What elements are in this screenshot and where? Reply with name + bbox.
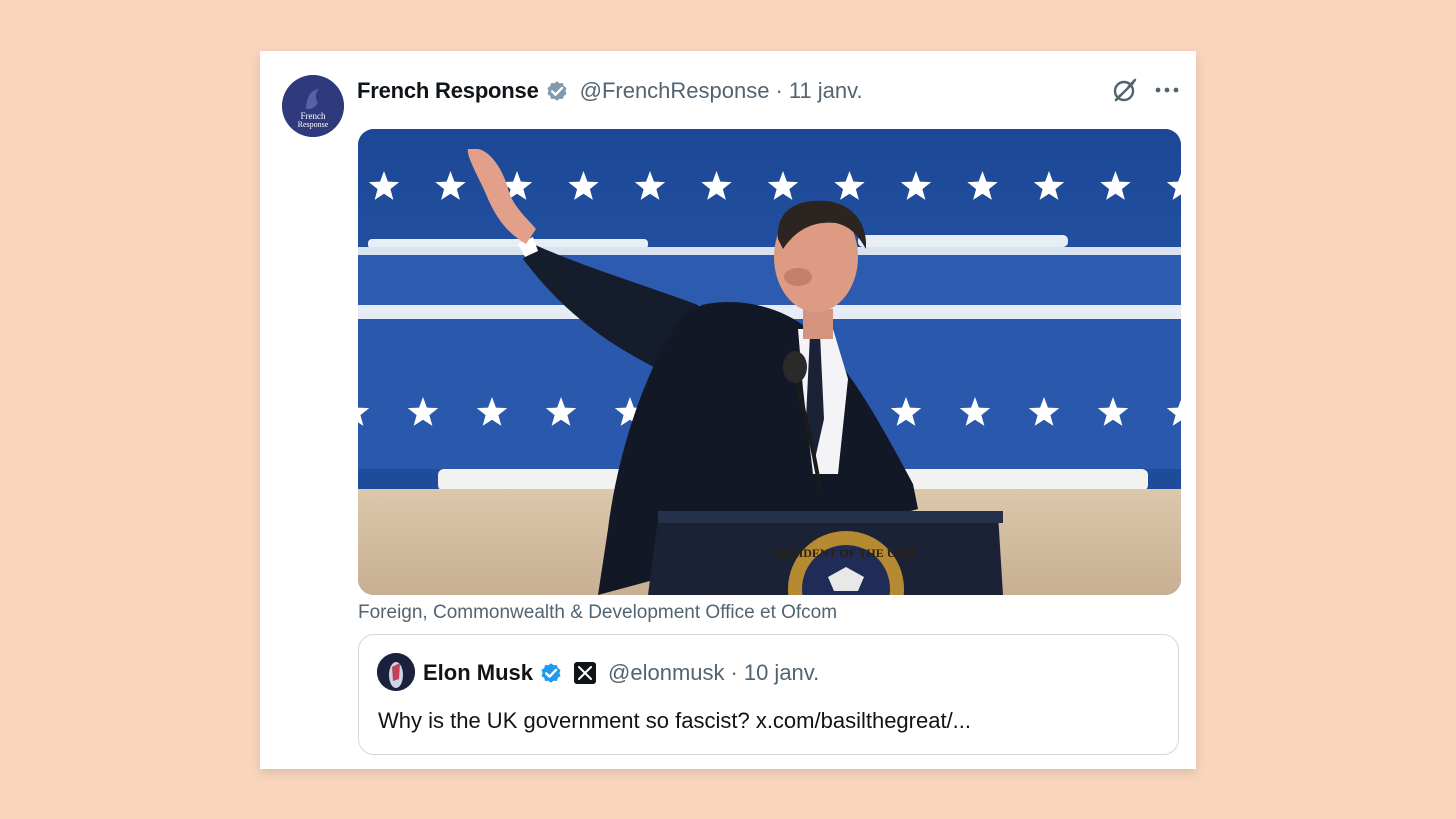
quoted-author-avatar[interactable] — [377, 653, 415, 691]
verified-badge-icon — [538, 660, 564, 686]
quoted-post-date[interactable]: 10 janv. — [744, 660, 819, 686]
avatar-text-line2: Response — [298, 120, 329, 129]
tweet-header: French Response @FrenchResponse · 11 jan… — [357, 77, 863, 105]
x-logo-icon — [574, 662, 597, 684]
separator-dot: · — [775, 78, 783, 103]
author-name[interactable]: French Response — [357, 78, 539, 104]
presidential-seal-text: RESIDENT OF THE UNIT — [775, 546, 917, 560]
more-icon — [1155, 87, 1179, 93]
quoted-tweet[interactable]: Elon Musk @elonmusk · 10 janv. Why is th… — [358, 634, 1179, 755]
post-date[interactable]: 11 janv. — [789, 78, 863, 104]
quoted-author-name[interactable]: Elon Musk — [423, 660, 533, 686]
verified-badge-icon — [544, 78, 570, 104]
grok-icon — [1113, 78, 1137, 102]
quoted-author-handle[interactable]: @elonmusk — [608, 660, 725, 686]
grok-button[interactable] — [1110, 75, 1140, 105]
media-caption: Foreign, Commonwealth & Development Offi… — [358, 602, 838, 623]
quoted-tweet-header: Elon Musk @elonmusk · 10 janv. — [423, 659, 819, 687]
more-options-button[interactable] — [1153, 75, 1183, 105]
separator-dot: · — [730, 660, 738, 685]
author-handle[interactable]: @FrenchResponse — [580, 78, 770, 104]
quoted-tweet-text: Why is the UK government so fascist? x.c… — [378, 708, 972, 733]
tweet-photo[interactable]: RESIDENT OF THE UNIT — [358, 129, 1181, 595]
author-avatar[interactable]: French Response — [282, 75, 344, 137]
tweet-card[interactable]: French Response French Response @FrenchR… — [260, 51, 1196, 769]
